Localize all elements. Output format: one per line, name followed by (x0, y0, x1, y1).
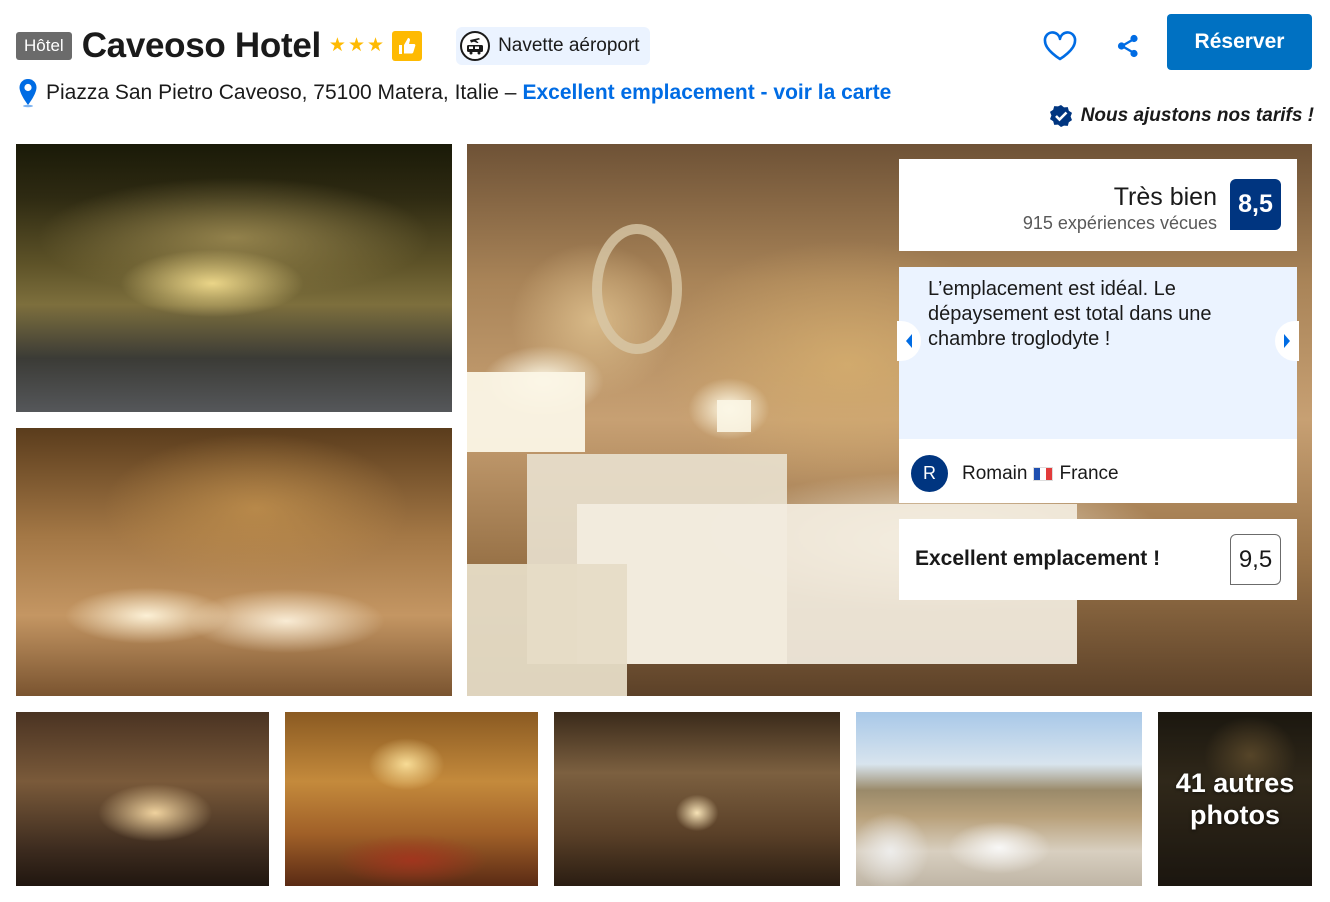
reserve-button[interactable]: Réserver (1167, 14, 1312, 70)
star-icon: ★ (328, 35, 346, 56)
location-score-badge: 9,5 (1230, 534, 1281, 585)
review-count: 915 expériences vécues (1022, 213, 1217, 233)
rating-word: Très bien (1113, 183, 1217, 211)
review-quote: L’emplacement est idéal. Le dépaysement … (899, 267, 1297, 439)
photo-thumb-spa-pool[interactable] (16, 712, 269, 886)
airport-shuttle-badge[interactable]: Navette aéroport (456, 27, 650, 65)
more-photos-overlay: 41 autres photos (1158, 712, 1312, 886)
share-button[interactable] (1110, 28, 1146, 64)
reviewer-country: France (1059, 462, 1119, 484)
review-score-card[interactable]: Très bien 915 expériences vécues 8,5 (899, 159, 1297, 251)
reviewer-info: R Romain France (911, 455, 1119, 492)
airport-shuttle-icon (460, 31, 491, 61)
photo-thumb-lounge[interactable] (285, 712, 538, 886)
review-score-badge: 8,5 (1230, 179, 1281, 230)
photo-cave-bathroom[interactable] (16, 428, 452, 696)
show-map-link[interactable]: Excellent emplacement - voir la carte (522, 81, 891, 105)
price-match-note[interactable]: Nous ajustons nos tarifs ! (1049, 104, 1314, 128)
thumbs-up-icon[interactable] (392, 31, 423, 61)
heart-icon (1043, 31, 1077, 61)
hotel-address: Piazza San Pietro Caveoso, 75100 Matera,… (46, 81, 517, 104)
hotel-name: Caveoso Hotel (81, 26, 322, 65)
share-icon (1117, 34, 1138, 58)
chevron-left-icon (906, 334, 912, 348)
featured-review-card: L’emplacement est idéal. Le dépaysement … (897, 267, 1299, 503)
location-rating-card[interactable]: Excellent emplacement ! 9,5 (899, 519, 1297, 600)
reviewer-name: Romain (962, 462, 1028, 484)
star-icon: ★ (347, 35, 366, 56)
star-icon: ★ (367, 35, 385, 56)
photo-matera-night-view[interactable] (16, 144, 452, 412)
airport-shuttle-label: Navette aéroport (498, 35, 640, 56)
more-photos-tile[interactable]: 41 autres photos (1158, 712, 1312, 886)
star-rating: ★ ★ ★ (329, 36, 384, 56)
title-row: Hôtel Caveoso Hotel ★ ★ ★ Navette aéropo… (16, 26, 650, 66)
location-rating-label: Excellent emplacement ! (915, 547, 1161, 570)
map-pin-icon (19, 79, 37, 108)
save-favorite-button[interactable] (1040, 26, 1080, 66)
more-photos-label: 41 autres photos (1175, 768, 1295, 830)
photo-thumb-terrace-breakfast[interactable] (856, 712, 1142, 886)
france-flag-icon (1033, 466, 1054, 481)
price-match-label: Nous ajustons nos tarifs ! (1080, 105, 1314, 126)
chevron-right-icon (1284, 334, 1290, 348)
reviewer-avatar: R (911, 455, 948, 492)
address-row: Piazza San Pietro Caveoso, 75100 Matera,… (18, 78, 891, 108)
verified-badge-icon (1049, 105, 1072, 127)
photo-thumb-cave-corridor[interactable] (554, 712, 840, 886)
property-type-badge: Hôtel (16, 32, 72, 60)
